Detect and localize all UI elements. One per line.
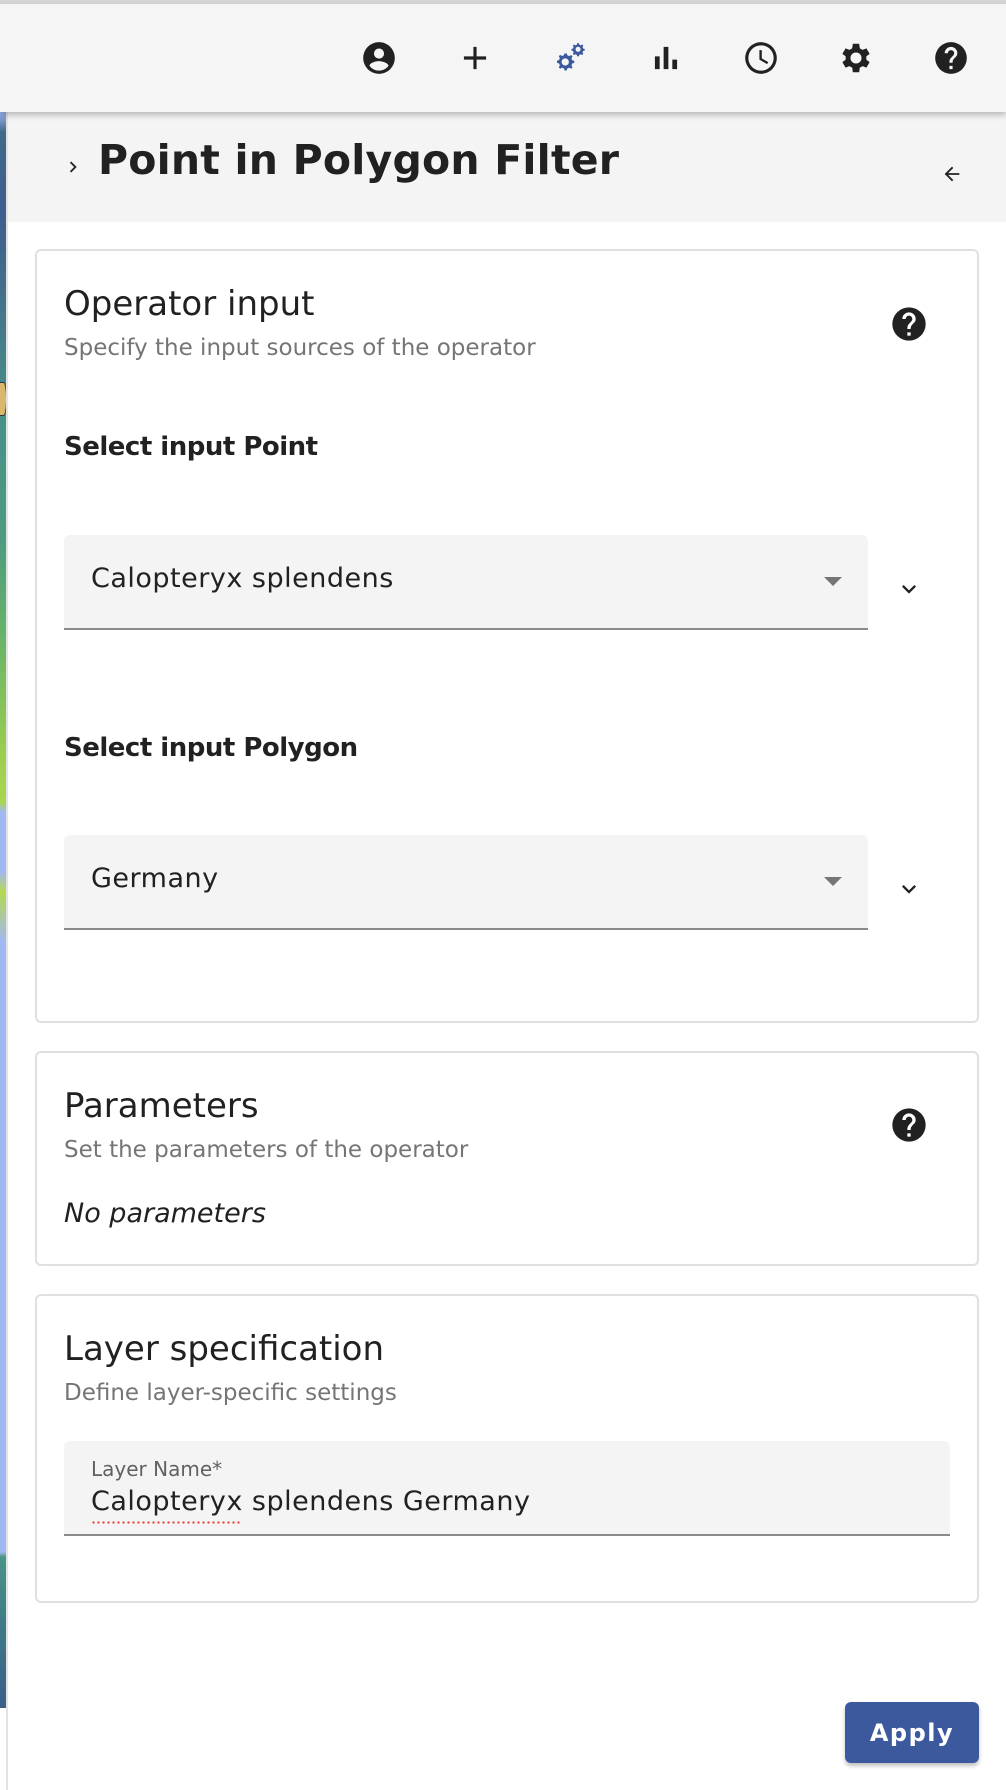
no-parameters-text: No parameters	[64, 1198, 266, 1229]
time-clock-icon	[745, 42, 777, 74]
parameters-card: Parameters Set the parameters of the ope…	[35, 1051, 979, 1266]
layer-name-label: Layer Name*	[91, 1457, 223, 1481]
apply-button[interactable]: Apply	[845, 1702, 979, 1763]
dropdown-arrow-icon	[824, 877, 842, 886]
top-toolbar	[0, 4, 1006, 112]
layer-spec-card: Layer specification Define layer-specifi…	[35, 1294, 979, 1603]
input-polygon-select[interactable]: Germany	[64, 835, 868, 930]
operator-input-title: Operator input	[64, 284, 315, 324]
chevron-down-icon	[902, 585, 916, 594]
operators-gears-icon	[557, 43, 585, 71]
settings-button[interactable]	[832, 34, 880, 82]
input-polygon-value: Germany	[91, 863, 219, 894]
operator-input-card: Operator input Specify the input sources…	[35, 249, 979, 1023]
operator-input-subtitle: Specify the input sources of the operato…	[64, 335, 536, 361]
operator-input-help-button[interactable]	[889, 304, 929, 344]
account-button[interactable]	[355, 34, 403, 82]
back-button[interactable]	[932, 154, 972, 194]
plots-bar-chart-icon	[654, 46, 678, 70]
layer-name-input[interactable]	[91, 1481, 931, 1521]
expand-panel-button[interactable]	[56, 150, 90, 184]
time-button[interactable]	[737, 34, 785, 82]
help-circle-icon	[892, 1108, 926, 1142]
arrow-back-icon	[944, 166, 960, 182]
spellcheck-underline	[91, 1521, 241, 1524]
input-point-select[interactable]: Calopteryx splendens	[64, 535, 868, 630]
help-circle-icon	[935, 42, 967, 74]
help-circle-icon	[892, 307, 926, 341]
layer-spec-title: Layer specification	[64, 1329, 385, 1369]
parameters-title: Parameters	[64, 1086, 259, 1126]
parameters-subtitle: Set the parameters of the operator	[64, 1137, 469, 1163]
add-icon	[463, 46, 487, 70]
panel-left-edge	[6, 112, 8, 1790]
account-circle-icon	[363, 42, 395, 74]
chevron-right-icon	[69, 161, 77, 173]
input-polygon-label: Select input Polygon	[64, 733, 358, 763]
panel-title: Point in Polygon Filter	[98, 136, 620, 184]
help-button[interactable]	[927, 34, 975, 82]
input-point-label: Select input Point	[64, 432, 318, 462]
operator-panel-header: Point in Polygon Filter	[8, 112, 1006, 222]
layer-spec-subtitle: Define layer-specific settings	[64, 1380, 397, 1406]
settings-gear-icon	[842, 43, 870, 73]
plots-button[interactable]	[642, 34, 690, 82]
input-polygon-expand-button[interactable]	[889, 869, 929, 909]
layer-name-field: Layer Name*	[64, 1441, 950, 1536]
parameters-help-button[interactable]	[889, 1105, 929, 1145]
chevron-down-icon	[902, 885, 916, 894]
input-point-value: Calopteryx splendens	[91, 563, 394, 594]
operators-button[interactable]	[546, 34, 594, 82]
add-data-button[interactable]	[451, 34, 499, 82]
dropdown-arrow-icon	[824, 577, 842, 586]
input-point-expand-button[interactable]	[889, 569, 929, 609]
